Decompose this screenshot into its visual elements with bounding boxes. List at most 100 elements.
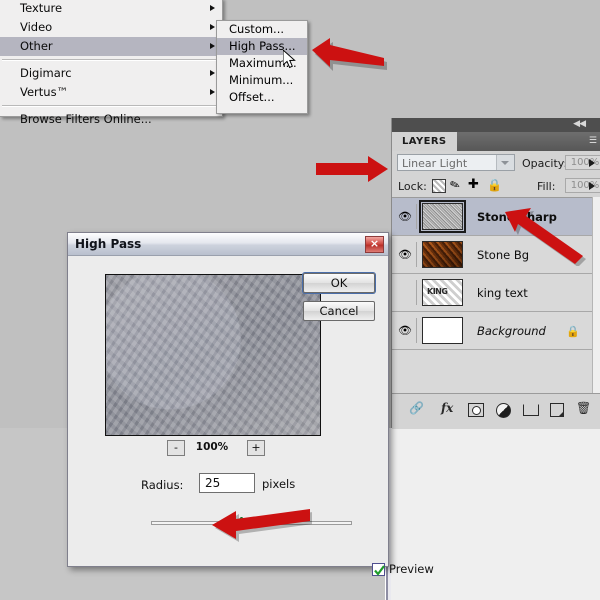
submenu-item-minimum[interactable]: Minimum... — [217, 72, 307, 89]
blend-mode-row: Linear Light Opacity: 100% — [392, 151, 600, 175]
layers-panel: ◀◀ LAYERS ☰ Linear Light Opacity: 100% L… — [391, 118, 600, 429]
panel-menu-icon[interactable]: ☰ — [589, 136, 597, 146]
menu-item-browse-filters-online[interactable]: Browse Filters Online... — [0, 110, 222, 129]
layer-list-scrollbar[interactable] — [592, 197, 600, 393]
submenu-item-offset[interactable]: Offset... — [217, 89, 307, 106]
preview-checkbox[interactable] — [372, 563, 385, 576]
blend-mode-select[interactable]: Linear Light — [397, 154, 515, 171]
tab-layers[interactable]: LAYERS — [392, 132, 457, 151]
submenu-arrow-icon — [210, 24, 215, 30]
fill-spinner-icon[interactable] — [589, 182, 595, 190]
cancel-button[interactable]: Cancel — [303, 301, 375, 321]
opacity-label: Opacity: — [522, 157, 568, 170]
menu-item-label: Digimarc — [20, 66, 72, 80]
close-icon[interactable]: × — [365, 236, 384, 253]
slider-handle[interactable] — [235, 517, 248, 529]
new-layer-corner-icon — [558, 411, 564, 417]
submenu-arrow-icon — [210, 70, 215, 76]
submenu-item-high-pass[interactable]: High Pass... — [217, 38, 307, 55]
adjustment-layer-icon[interactable] — [496, 403, 511, 418]
layer-visibility-toggle[interactable]: 👁 — [395, 204, 417, 229]
chevron-down-icon — [501, 161, 509, 165]
layer-style-fx-icon[interactable]: fx — [441, 401, 453, 415]
menu-item-label: Video — [20, 20, 53, 34]
layer-thumbnail[interactable] — [419, 200, 466, 233]
layer-row-stone-sharp[interactable]: 👁 Stone Sharp — [392, 198, 592, 236]
radius-row: Radius: 25 pixels — [78, 473, 378, 499]
layer-thumbnail[interactable] — [422, 317, 463, 344]
opacity-spinner-icon[interactable] — [589, 159, 595, 167]
layer-visibility-toggle[interactable]: 👁 — [395, 318, 417, 343]
radius-slider[interactable] — [151, 517, 352, 529]
menu-separator — [2, 105, 220, 107]
submenu-arrow-icon — [210, 43, 215, 49]
lock-image-icon[interactable]: ✎ — [448, 177, 462, 194]
lock-row: Lock: ✎ ✚ 🔒 Fill: 100% — [392, 175, 600, 197]
fill-label: Fill: — [537, 180, 556, 193]
blend-mode-dropdown-button[interactable] — [496, 155, 514, 170]
zoom-in-button[interactable]: + — [247, 440, 265, 456]
layer-thumbnail[interactable] — [422, 241, 463, 268]
layer-name[interactable]: Background — [477, 324, 546, 338]
menu-separator — [2, 59, 220, 61]
menu-item-label: Other — [20, 39, 53, 53]
eye-icon: 👁 — [398, 248, 412, 261]
arrow-to-high-pass — [312, 38, 387, 71]
menu-item-texture[interactable]: Texture — [0, 0, 222, 18]
layer-visibility-toggle[interactable]: 👁 — [395, 242, 417, 267]
menu-item-video[interactable]: Video — [0, 18, 222, 37]
high-pass-dialog[interactable]: High Pass × - 100% + Radius: 25 pixels O… — [67, 232, 434, 576]
layer-name[interactable]: king text — [477, 286, 528, 300]
ok-button[interactable]: OK — [303, 273, 375, 293]
zoom-level: 100% — [195, 441, 229, 453]
menu-item-label: Browse Filters Online... — [20, 112, 152, 126]
panel-dock-bar: ◀◀ — [392, 118, 600, 132]
mask-circle-icon — [472, 406, 481, 415]
submenu-arrow-icon — [210, 89, 215, 95]
layer-row-background[interactable]: 👁 Background 🔒 — [392, 312, 592, 350]
lock-position-icon[interactable]: ✚ — [468, 177, 479, 192]
link-layers-icon[interactable]: 🔗 — [409, 401, 424, 415]
delete-layer-icon[interactable]: 🗑 — [576, 401, 591, 415]
lock-label: Lock: — [398, 180, 427, 193]
lock-transparency-icon[interactable] — [432, 179, 446, 193]
preview-label: Preview — [389, 562, 434, 576]
layers-panel-toolbar: 🔗 fx 🗑 — [392, 393, 600, 429]
submenu-arrow-icon — [210, 5, 215, 11]
other-submenu[interactable]: Custom... High Pass... Maximum... Minimu… — [216, 20, 308, 114]
submenu-item-custom[interactable]: Custom... — [217, 21, 307, 38]
dialog-title: High Pass — [75, 237, 142, 251]
menu-item-vertus[interactable]: Vertus™ — [0, 83, 222, 102]
layer-list: 👁 Stone Sharp 👁 Stone Bg KING king text … — [392, 197, 592, 394]
radius-label: Radius: — [141, 478, 184, 492]
checkmark-icon — [374, 565, 385, 576]
radius-units-label: pixels — [262, 477, 296, 491]
eye-icon: 👁 — [398, 324, 412, 337]
collapse-panels-icon[interactable]: ◀◀ — [573, 120, 586, 129]
blend-mode-value: Linear Light — [402, 157, 468, 170]
layer-row-stone-bg[interactable]: 👁 Stone Bg — [392, 236, 592, 274]
dialog-title-bar[interactable]: High Pass × — [68, 233, 388, 256]
layer-locked-icon: 🔒 — [566, 325, 580, 338]
layer-name[interactable]: Stone Bg — [477, 248, 529, 262]
layer-name[interactable]: Stone Sharp — [477, 210, 557, 224]
panel-tab-strip: LAYERS ☰ — [392, 132, 600, 151]
layer-row-king-text[interactable]: KING king text — [392, 274, 592, 312]
add-mask-icon[interactable] — [468, 403, 484, 417]
photoshop-screenshot: ◀◀ LAYERS ☰ Linear Light Opacity: 100% L… — [0, 0, 600, 600]
layer-thumbnail[interactable]: KING — [422, 279, 463, 306]
new-group-icon[interactable] — [523, 404, 539, 416]
menu-item-digimarc[interactable]: Digimarc — [0, 64, 222, 83]
lock-all-icon[interactable]: 🔒 — [487, 178, 502, 192]
layer-visibility-toggle[interactable] — [395, 280, 417, 305]
radius-input[interactable]: 25 — [199, 473, 255, 493]
submenu-item-maximum[interactable]: Maximum... — [217, 55, 307, 72]
new-layer-icon[interactable] — [550, 403, 564, 417]
preview-zoom-controls: - 100% + — [105, 440, 319, 460]
filter-menu[interactable]: Texture Video Other Digimarc Vertus™ Bro… — [0, 0, 223, 126]
eye-icon: 👁 — [398, 210, 412, 223]
menu-item-label: Vertus™ — [20, 85, 69, 99]
menu-item-other[interactable]: Other — [0, 37, 222, 56]
filter-preview[interactable] — [105, 274, 321, 436]
layer-thumbnail-text: KING — [427, 287, 448, 296]
